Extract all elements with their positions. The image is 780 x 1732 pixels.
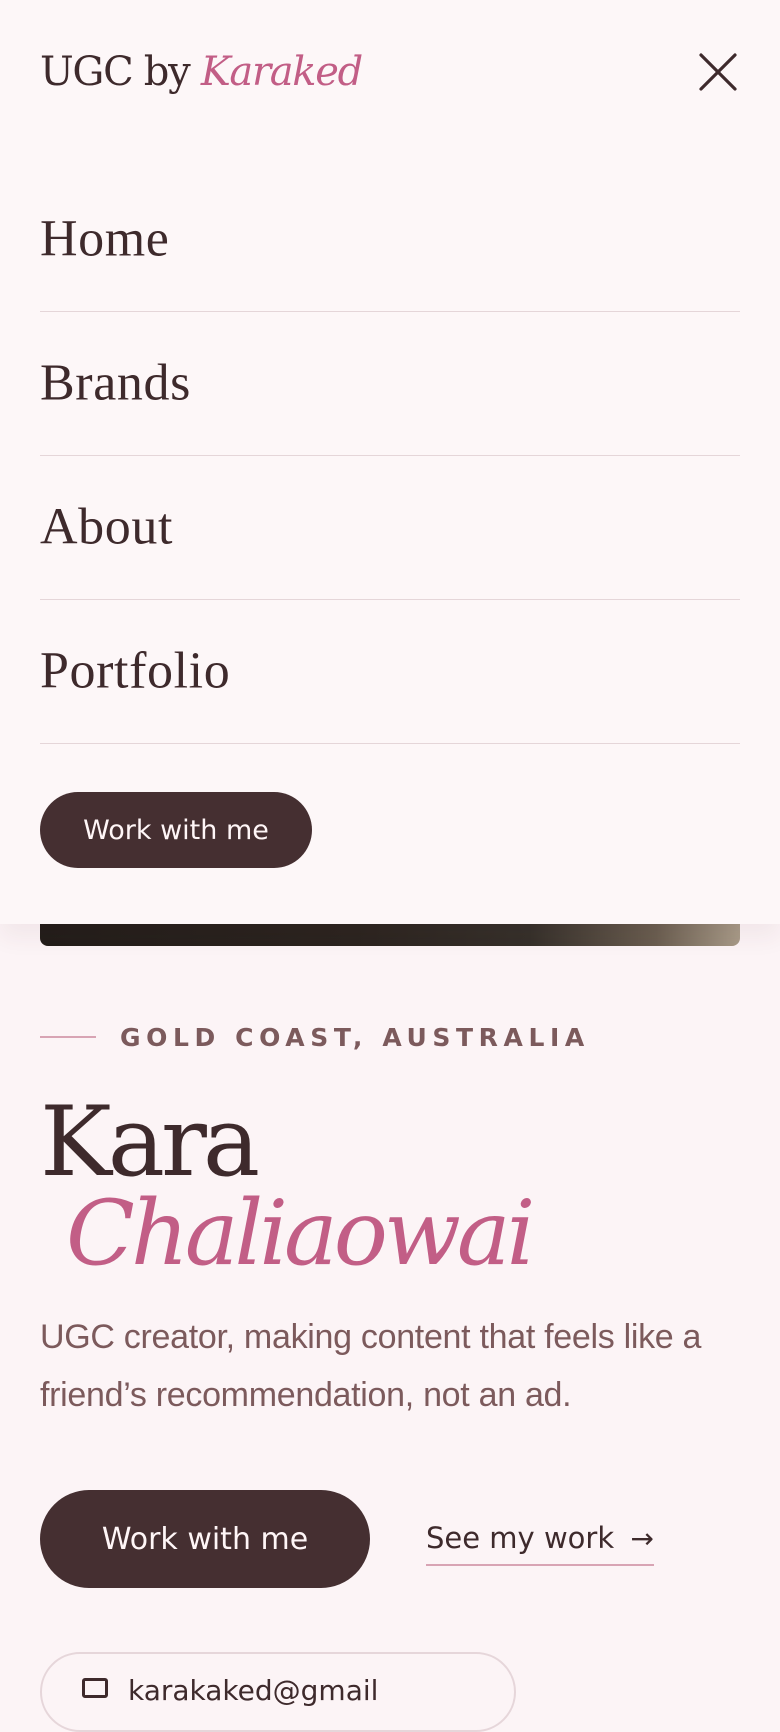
location-label: GOLD COAST, AUSTRALIA <box>120 1022 590 1052</box>
mobile-menu-panel: UGC by Karaked Home Brands About Portfol… <box>0 0 780 924</box>
close-icon <box>699 53 737 91</box>
mail-icon <box>82 1678 108 1698</box>
location-divider <box>40 1036 96 1038</box>
brand-logo[interactable]: UGC by Karaked <box>40 44 363 100</box>
arrow-right-icon: → <box>630 1521 654 1555</box>
brand-prefix: UGC by <box>40 49 191 95</box>
see-my-work-link[interactable]: See my work → <box>426 1512 654 1566</box>
see-my-work-label: See my work <box>426 1521 615 1555</box>
nav-item-label: About <box>40 498 173 556</box>
work-with-me-button[interactable]: Work with me <box>40 1490 370 1588</box>
nav-item-about[interactable]: About <box>40 455 740 600</box>
nav-item-label: Home <box>40 210 170 268</box>
nav-item-label: Brands <box>40 354 191 412</box>
location-row: GOLD COAST, AUSTRALIA <box>40 1022 590 1052</box>
creator-last-name: Chaliaowai <box>66 1181 535 1286</box>
hero-tagline: UGC creator, making content that feels l… <box>40 1318 702 1414</box>
nav-item-label: Portfolio <box>40 642 231 700</box>
nav-item-brands[interactable]: Brands <box>40 311 740 456</box>
nav-item-portfolio[interactable]: Portfolio <box>40 599 740 744</box>
email-address: karakaked@gmail <box>128 1674 379 1707</box>
close-menu-button[interactable] <box>694 48 742 96</box>
nav-item-home[interactable]: Home <box>40 167 740 312</box>
email-button[interactable]: karakaked@gmail <box>40 1652 516 1732</box>
brand-accent: Karaked <box>200 49 363 95</box>
menu-work-with-me-button[interactable]: Work with me <box>40 792 312 868</box>
